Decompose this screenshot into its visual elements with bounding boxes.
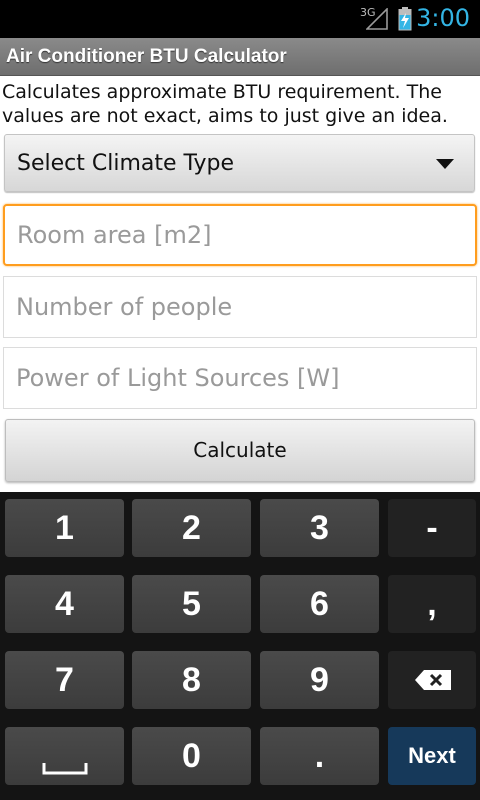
signal-icon — [366, 8, 388, 30]
light-power-field[interactable] — [3, 347, 477, 409]
climate-type-select[interactable]: Select Climate Type — [4, 134, 475, 192]
room-area-input[interactable] — [5, 206, 475, 264]
key-8[interactable]: 8 — [132, 651, 251, 709]
light-power-input[interactable] — [4, 348, 476, 408]
key-3[interactable]: 3 — [260, 499, 379, 557]
key-9[interactable]: 9 — [260, 651, 379, 709]
key-6[interactable]: 6 — [260, 575, 379, 633]
numeric-keyboard: 1 2 3 - 4 5 6 , 7 8 9 0 . Next — [0, 492, 480, 800]
climate-select-value: Select Climate Type — [17, 151, 235, 176]
backspace-icon — [415, 670, 451, 690]
people-input[interactable] — [4, 277, 476, 337]
calculate-button[interactable]: Calculate — [5, 419, 475, 482]
key-1[interactable]: 1 — [5, 499, 124, 557]
key-2[interactable]: 2 — [132, 499, 251, 557]
space-bar-icon — [42, 763, 88, 775]
key-next[interactable]: Next — [388, 727, 476, 785]
key-backspace[interactable] — [388, 651, 476, 709]
people-field[interactable] — [3, 276, 477, 338]
description-text: Calculates approximate BTU requirement. … — [2, 81, 448, 127]
key-dash[interactable]: - — [388, 499, 476, 557]
status-bar: 3G 3:00 — [0, 0, 480, 38]
key-5[interactable]: 5 — [132, 575, 251, 633]
room-area-field[interactable] — [3, 204, 477, 266]
key-comma[interactable]: , — [388, 575, 476, 633]
key-0[interactable]: 0 — [132, 727, 251, 785]
clock: 3:00 — [416, 4, 470, 32]
battery-charging-icon — [398, 7, 412, 31]
key-space[interactable] — [5, 727, 124, 785]
key-dot[interactable]: . — [260, 727, 379, 785]
dropdown-arrow-icon — [436, 159, 454, 169]
app-title: Air Conditioner BTU Calculator — [6, 46, 287, 67]
key-7[interactable]: 7 — [5, 651, 124, 709]
key-4[interactable]: 4 — [5, 575, 124, 633]
title-bar: Air Conditioner BTU Calculator — [0, 38, 480, 76]
